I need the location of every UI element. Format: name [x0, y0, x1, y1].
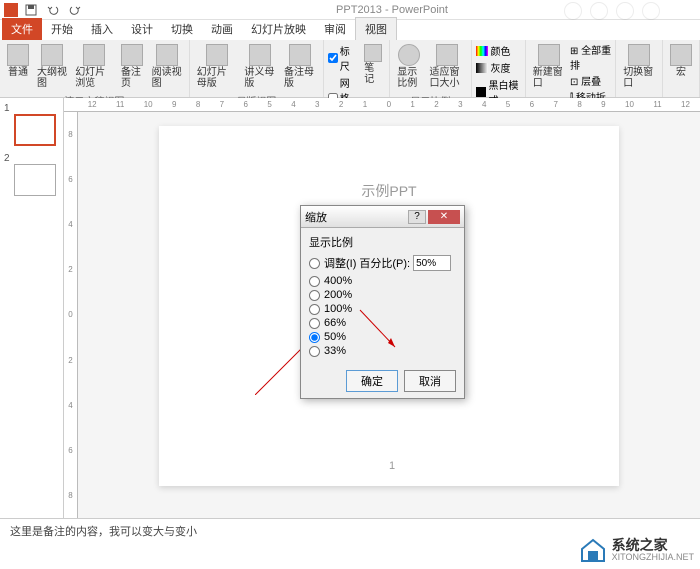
menu-file[interactable]: 文件 — [2, 18, 42, 40]
view-sorter-button[interactable]: 幻灯片浏览 — [72, 42, 116, 91]
watermark: 系统之家 XITONGZHIJIA.NET — [578, 537, 694, 563]
notes-master-button[interactable]: 备注母版 — [281, 42, 319, 91]
switch-windows-button[interactable]: 切换窗口 — [620, 42, 658, 93]
redo-icon[interactable] — [66, 2, 84, 18]
zoom-group-label: 显示比例 — [309, 234, 456, 250]
zoom-33-radio[interactable]: 33% — [309, 344, 456, 358]
page-number: 1 — [389, 460, 395, 472]
dialog-help-button[interactable]: ? — [408, 210, 426, 224]
menu-insert[interactable]: 插入 — [82, 18, 122, 40]
percent-label: 百分比(P): — [359, 255, 410, 271]
ribbon: 普通 大纲视图 幻灯片浏览 备注页 阅读视图 演示文稿视图 幻灯片母版 讲义母版… — [0, 40, 700, 98]
dialog-close-button[interactable]: ✕ — [428, 210, 460, 224]
menu-slideshow[interactable]: 幻灯片放映 — [242, 18, 315, 40]
save-icon[interactable] — [22, 2, 40, 18]
cancel-button[interactable]: 取消 — [404, 370, 456, 392]
menu-animations[interactable]: 动画 — [202, 18, 242, 40]
menubar: 文件 开始 插入 设计 切换 动画 幻灯片放映 审阅 视图 — [0, 20, 700, 40]
zoom-50-radio[interactable]: 50% — [309, 330, 456, 344]
ruler-checkbox[interactable]: 标尺 — [328, 42, 360, 74]
thumbnail-panel: 1 2 — [0, 98, 64, 518]
color-mode-button[interactable]: 颜色 — [476, 42, 521, 59]
fit-window-button[interactable]: 适应窗口大小 — [427, 42, 467, 91]
dialog-title-text: 缩放 — [305, 209, 327, 225]
menu-transitions[interactable]: 切换 — [162, 18, 202, 40]
view-normal-button[interactable]: 普通 — [4, 42, 32, 91]
zoom-400-radio[interactable]: 400% — [309, 274, 456, 288]
grayscale-mode-button[interactable]: 灰度 — [476, 59, 521, 76]
slide-thumb-1[interactable]: 1 — [4, 102, 58, 146]
menu-design[interactable]: 设计 — [122, 18, 162, 40]
undo-icon[interactable] — [44, 2, 62, 18]
view-outline-button[interactable]: 大纲视图 — [34, 42, 70, 91]
watermark-url: XITONGZHIJIA.NET — [612, 552, 694, 562]
watermark-name: 系统之家 — [612, 538, 694, 552]
slide-thumb-2[interactable]: 2 — [4, 152, 58, 196]
ruler-vertical: 864202468 — [64, 112, 78, 518]
powerpoint-icon — [4, 3, 18, 17]
macros-button[interactable]: 宏 — [667, 42, 695, 93]
percent-input[interactable] — [413, 255, 451, 271]
watermark-icon — [578, 537, 608, 563]
view-notes-button[interactable]: 备注页 — [118, 42, 147, 91]
zoom-dialog: 缩放 ? ✕ 显示比例 调整(I) 百分比(P): 400% 200% 100%… — [300, 205, 465, 399]
ruler-horizontal: 1211109876543210123456789101112 — [64, 98, 700, 112]
zoom-fit-radio[interactable]: 调整(I) — [309, 254, 356, 272]
menu-review[interactable]: 审阅 — [315, 18, 355, 40]
arrange-all-button[interactable]: ⊞ 全部重排 — [570, 42, 611, 72]
handout-master-button[interactable]: 讲义母版 — [241, 42, 279, 91]
zoom-66-radio[interactable]: 66% — [309, 316, 456, 330]
view-reading-button[interactable]: 阅读视图 — [149, 42, 185, 91]
zoom-button[interactable]: 显示比例 — [394, 42, 424, 91]
ok-button[interactable]: 确定 — [346, 370, 398, 392]
zoom-100-radio[interactable]: 100% — [309, 302, 456, 316]
menu-home[interactable]: 开始 — [42, 18, 82, 40]
zoom-200-radio[interactable]: 200% — [309, 288, 456, 302]
cascade-button[interactable]: ⊡ 层叠 — [570, 73, 611, 88]
slide-title-text: 示例PPT — [159, 181, 619, 201]
menu-view[interactable]: 视图 — [355, 17, 397, 40]
slide-master-button[interactable]: 幻灯片母版 — [194, 42, 240, 91]
